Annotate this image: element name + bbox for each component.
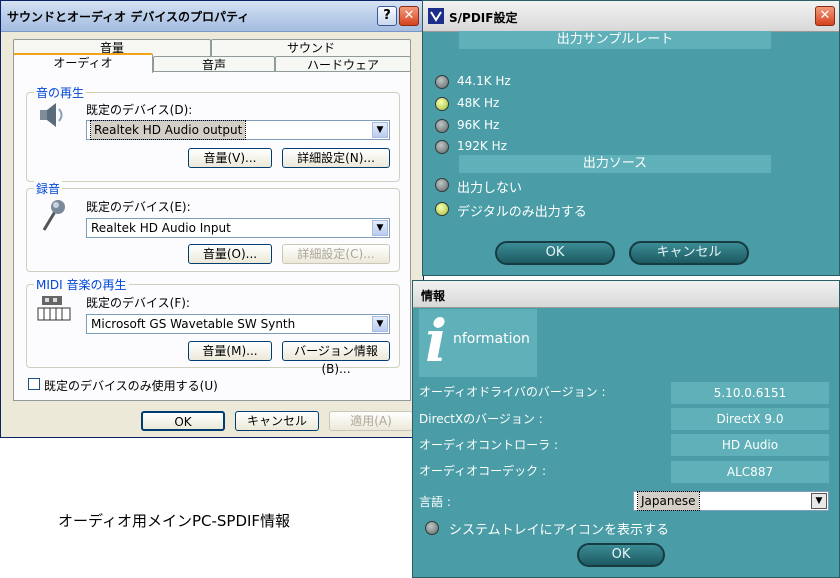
only-default-checkbox[interactable] <box>28 378 40 390</box>
speaker-icon <box>40 103 63 127</box>
tray-icon-label: システムトレイにアイコンを表示する <box>449 523 669 538</box>
rate-48k-radio[interactable] <box>435 97 449 111</box>
driver-version-label: オーディオドライバのバージョン : <box>419 385 606 399</box>
midi-keyboard-icon <box>37 296 71 321</box>
directx-version-label: DirectXのバージョン : <box>419 412 543 426</box>
language-label: 言語 : <box>419 495 451 509</box>
close-button[interactable]: ✕ <box>399 6 419 26</box>
spdif-title-bar[interactable]: S/PDIF設定 ✕ <box>423 1 839 32</box>
chevron-down-icon[interactable]: ▼ <box>811 493 827 509</box>
playback-advanced-button[interactable]: 詳細設定(N)... <box>282 148 390 168</box>
chevron-down-icon[interactable]: ▼ <box>372 220 388 236</box>
chevron-down-icon[interactable]: ▼ <box>372 316 388 332</box>
help-button[interactable]: ? <box>377 6 397 26</box>
source-none-label: 出力しない <box>457 181 523 196</box>
recording-device-select[interactable]: Realtek HD Audio Input ▼ <box>86 218 390 238</box>
driver-version-value: 5.10.0.6151 <box>671 382 829 404</box>
spdif-close-button[interactable]: ✕ <box>815 6 835 26</box>
playback-device-select[interactable]: Realtek HD Audio output ▼ <box>86 120 390 140</box>
source-none-radio[interactable] <box>435 178 449 192</box>
playback-group-label: 音の再生 <box>34 84 87 101</box>
rate-44k-label: 44.1K Hz <box>457 74 511 88</box>
recording-volume-button[interactable]: 音量(O)... <box>188 244 272 264</box>
only-default-label: 既定のデバイスのみ使用する(U) <box>44 379 218 393</box>
cancel-button[interactable]: キャンセル <box>235 411 319 431</box>
midi-version-button[interactable]: バージョン情報(B)... <box>282 341 390 376</box>
microphone-icon <box>42 200 65 231</box>
source-digital-label: デジタルのみ出力する <box>457 205 587 220</box>
info-ok-button[interactable]: OK <box>577 543 665 567</box>
sound-properties-dialog: サウンドとオーディオ デバイスのプロパティ ? ✕ 音量 サウンド オーディオ … <box>0 0 424 438</box>
recording-device-label: 既定のデバイス(E): <box>86 200 191 214</box>
app-logo-icon <box>428 8 444 24</box>
logo-letter: i <box>425 307 448 375</box>
rate-48k-label: 48K Hz <box>457 96 500 110</box>
source-digital-radio[interactable] <box>435 202 449 216</box>
tab-audio[interactable]: オーディオ <box>13 53 153 73</box>
audio-controller-value: HD Audio <box>671 434 829 456</box>
midi-volume-button[interactable]: 音量(M)... <box>188 341 272 361</box>
audio-codec-label: オーディオコーデック : <box>419 464 547 478</box>
audio-tab-panel: 音の再生 既定のデバイス(D): Realtek HD Audio output… <box>13 71 411 401</box>
recording-advanced-button: 詳細設定(C)... <box>282 244 390 264</box>
dialog-title: サウンドとオーディオ デバイスのプロパティ <box>7 10 250 24</box>
audio-controller-label: オーディオコントローラ : <box>419 438 559 452</box>
rate-192k-radio[interactable] <box>435 140 449 154</box>
rate-44k-radio[interactable] <box>435 75 449 89</box>
rate-96k-label: 96K Hz <box>457 118 500 132</box>
info-title-bar[interactable]: 情報 <box>413 281 839 308</box>
midi-device-select[interactable]: Microsoft GS Wavetable SW Synth ▼ <box>86 314 390 334</box>
info-title: 情報 <box>421 289 446 303</box>
spdif-ok-button[interactable]: OK <box>495 241 615 265</box>
playback-device-label: 既定のデバイス(D): <box>86 103 193 117</box>
spdif-window: S/PDIF設定 ✕ 出力サンプルレート 44.1K Hz 48K Hz 96K… <box>422 0 840 276</box>
ok-button[interactable]: OK <box>141 411 225 431</box>
tab-sounds[interactable]: サウンド <box>211 39 411 57</box>
recording-device-value: Realtek HD Audio Input <box>91 221 231 235</box>
language-value: Japanese <box>637 491 700 511</box>
recording-group-label: 録音 <box>34 180 63 197</box>
tray-icon-radio[interactable] <box>425 521 439 535</box>
information-logo: i nformation <box>419 307 537 377</box>
logo-text: nformation <box>453 331 530 347</box>
caption-text: オーディオ用メインPC-SPDIF情報 <box>58 512 291 530</box>
output-source-header: 出力ソース <box>459 155 771 173</box>
midi-device-value: Microsoft GS Wavetable SW Synth <box>91 317 296 331</box>
rate-192k-label: 192K Hz <box>457 139 507 153</box>
info-window: 情報 i nformation オーディオドライバのバージョン : 5.10.0… <box>412 280 840 578</box>
midi-device-label: 既定のデバイス(F): <box>86 296 190 310</box>
spdif-title: S/PDIF設定 <box>449 11 518 25</box>
rate-96k-radio[interactable] <box>435 119 449 133</box>
playback-volume-button[interactable]: 音量(V)... <box>188 148 272 168</box>
playback-device-value: Realtek HD Audio output <box>89 120 247 140</box>
audio-codec-value: ALC887 <box>671 461 829 483</box>
title-bar[interactable]: サウンドとオーディオ デバイスのプロパティ ? ✕ <box>1 1 423 32</box>
spdif-cancel-button[interactable]: キャンセル <box>629 241 749 265</box>
apply-button: 適用(A) <box>329 411 413 431</box>
sample-rate-header: 出力サンプルレート <box>459 31 771 49</box>
chevron-down-icon[interactable]: ▼ <box>372 122 388 138</box>
language-select[interactable]: Japanese ▼ <box>633 491 829 511</box>
directx-version-value: DirectX 9.0 <box>671 408 829 430</box>
midi-group-label: MIDI 音楽の再生 <box>34 276 129 293</box>
